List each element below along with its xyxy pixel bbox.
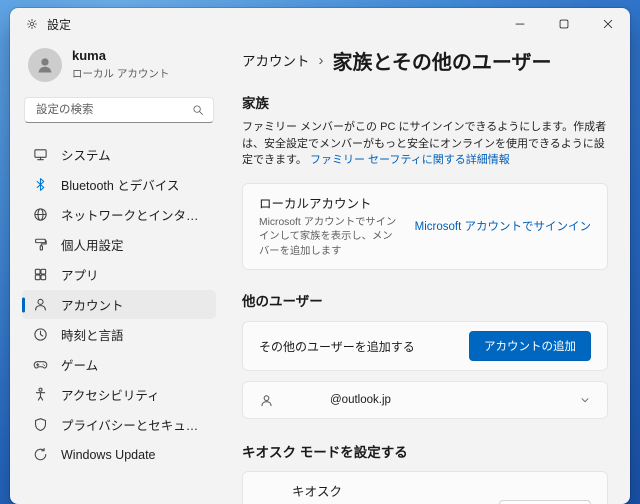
network-globe-icon	[34, 208, 47, 221]
settings-search	[24, 97, 214, 123]
add-user-card: その他のユーザーを追加する アカウントの追加	[242, 321, 608, 372]
sidebar-item-bluetooth-devices[interactable]: Bluetooth とデバイス	[22, 170, 216, 199]
settings-gear-icon	[26, 18, 38, 30]
sidebar-item-accessibility[interactable]: アクセシビリティ	[22, 380, 216, 409]
window-controls	[498, 8, 630, 40]
sidebar-item-network-internet[interactable]: ネットワークとインターネット	[22, 200, 216, 229]
local-account-description: Microsoft アカウントでサインインして家族を表示し、メンバーを追加します	[259, 216, 397, 258]
accounts-person-icon	[35, 298, 46, 311]
main-content: アカウント › 家族とその他のユーザー 家族 ファミリー メンバーがこの PC …	[228, 40, 630, 504]
apps-grid-icon	[34, 268, 47, 281]
maximize-button[interactable]	[542, 8, 586, 40]
family-section-heading: 家族	[242, 96, 269, 111]
clock-icon	[34, 328, 47, 341]
sidebar-item-label: 個人用設定	[61, 239, 124, 253]
maximize-icon	[559, 19, 569, 29]
breadcrumb-accounts-link[interactable]: アカウント	[242, 50, 310, 70]
other-users-heading: 他のユーザー	[242, 294, 323, 310]
family-description: ファミリー メンバーがこの PC にサインインできるようにします。作成者は、安全…	[242, 119, 608, 169]
account-email: @outlook.jp	[330, 394, 391, 407]
sidebar-item-system[interactable]: システム	[22, 140, 216, 169]
add-account-button[interactable]: アカウントの追加	[469, 331, 591, 362]
sidebar-item-personalization[interactable]: 個人用設定	[22, 230, 216, 259]
user-avatar-icon	[38, 58, 52, 73]
kiosk-info: キオスク このデバイスをキオスクにして、デジタル署名、対話型ディスプレイなどに使…	[292, 481, 485, 504]
sidebar-item-label: Windows Update	[61, 447, 156, 462]
search-input[interactable]	[34, 103, 192, 117]
page-title: 家族とその他のユーザー	[332, 51, 552, 74]
close-icon	[603, 19, 613, 29]
desktop-wallpaper: 設定 kuma ローカル アカウント 設定の検索 システム Bluetooth …	[0, 0, 640, 504]
window-body: kuma ローカル アカウント システム	[10, 40, 630, 504]
minimize-button[interactable]	[498, 8, 542, 40]
chevron-down-icon	[581, 398, 589, 403]
breadcrumb-separator: ›	[318, 51, 324, 69]
user-account-type: ローカル アカウント	[72, 67, 170, 80]
person-icon	[261, 395, 272, 406]
breadcrumb: アカウント › 家族とその他のユーザー	[242, 48, 608, 74]
kiosk-section-heading: キオスク モードを設定する	[242, 445, 408, 461]
sidebar-item-accounts[interactable]: アカウント	[22, 290, 216, 319]
gamepad-icon	[33, 361, 48, 369]
sidebar-item-label: ネットワークとインターネット	[61, 209, 205, 223]
settings-window: 設定 kuma ローカル アカウント 設定の検索 システム Bluetooth …	[10, 8, 630, 504]
local-account-info: ローカルアカウント Microsoft アカウントでサインインして家族を表示し、…	[259, 193, 415, 261]
sidebar-item-label: Bluetooth とデバイス	[61, 179, 180, 193]
sidebar-item-label: プライバシーとセキュリティ	[61, 419, 205, 433]
bluetooth-icon	[36, 178, 45, 191]
sidebar-item-label: アカウント	[61, 299, 124, 313]
sidebar-item-label: ゲーム	[61, 359, 99, 373]
microsoft-signin-link[interactable]: Microsoft アカウントでサインイン	[415, 218, 591, 234]
accessibility-person-icon	[35, 387, 46, 401]
shield-icon	[34, 418, 47, 432]
user-profile[interactable]: kuma ローカル アカウント	[22, 42, 216, 82]
sidebar-item-privacy-security[interactable]: プライバシーとセキュリティ	[22, 410, 216, 439]
user-info: kuma ローカル アカウント	[72, 48, 170, 81]
sidebar-item-gaming[interactable]: ゲーム	[22, 350, 216, 379]
close-button[interactable]	[586, 8, 630, 40]
sidebar-item-label: 時刻と言語	[61, 329, 124, 343]
kiosk-card: キオスク このデバイスをキオスクにして、デジタル署名、対話型ディスプレイなどに使…	[242, 471, 608, 504]
sidebar-item-label: アクセシビリティ	[61, 389, 160, 403]
search-icon	[193, 105, 203, 115]
sidebar: kuma ローカル アカウント システム	[10, 40, 228, 504]
personalization-brush-icon	[35, 238, 47, 251]
system-icon	[34, 149, 47, 161]
local-account-title: ローカルアカウント	[259, 196, 372, 211]
update-refresh-icon	[34, 447, 47, 461]
sidebar-item-apps[interactable]: アプリ	[22, 260, 216, 289]
titlebar: 設定	[10, 8, 630, 40]
sidebar-item-time-language[interactable]: 時刻と言語	[22, 320, 216, 349]
avatar	[28, 48, 62, 82]
local-account-card: ローカルアカウント Microsoft アカウントでサインインして家族を表示し、…	[242, 182, 608, 271]
sidebar-item-windows-update[interactable]: Windows Update	[22, 440, 216, 469]
family-safety-link[interactable]: ファミリー セーフティに関する詳細情報	[310, 154, 510, 166]
kiosk-title: キオスク	[292, 485, 343, 500]
kiosk-start-button[interactable]: 開始する	[499, 500, 591, 504]
sidebar-item-label: システム	[61, 149, 111, 163]
sidebar-nav: システム Bluetooth とデバイス ネットワークとインターネット	[22, 140, 216, 469]
user-name: kuma	[72, 48, 106, 64]
sidebar-item-label: アプリ	[61, 269, 99, 283]
user-account-row[interactable]: @outlook.jp	[242, 381, 608, 420]
minimize-icon	[515, 23, 525, 25]
add-user-label: その他のユーザーを追加する	[259, 339, 415, 354]
window-title: 設定	[47, 17, 72, 32]
